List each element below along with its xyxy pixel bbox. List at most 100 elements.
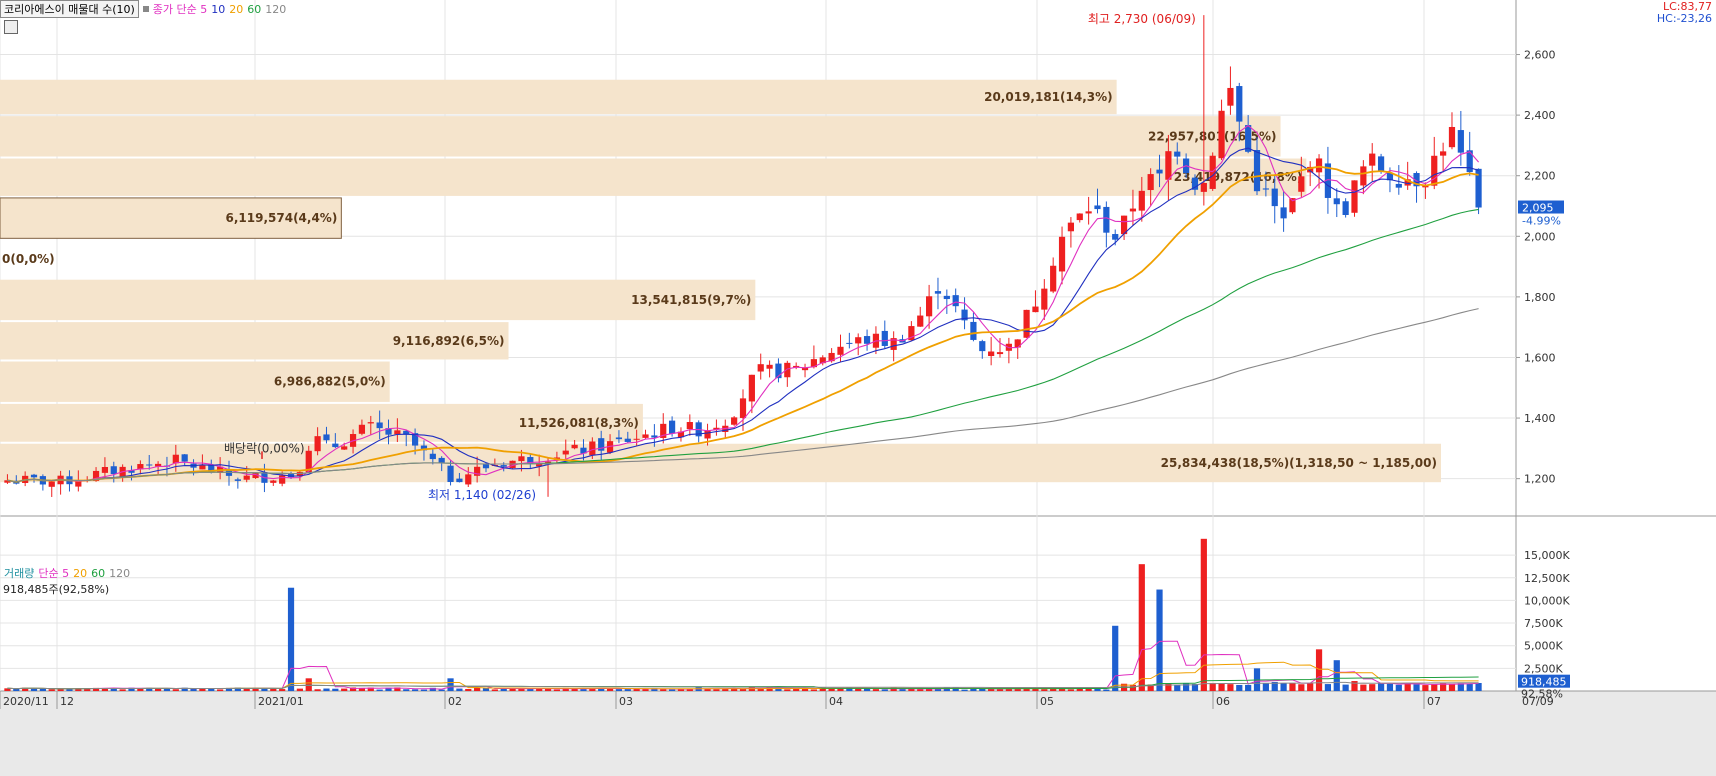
ma10-legend: 10 — [211, 2, 226, 16]
x-tick-label: 04 — [829, 695, 843, 708]
volume-bar — [279, 689, 286, 691]
ma20-legend: 20 — [229, 2, 244, 16]
candle-body — [562, 450, 569, 455]
candle-body — [757, 364, 764, 372]
stock-chart[interactable]: 2,600 2,400 2,200 2,000 1,800 1,600 1,400 1,200… — [0, 0, 1716, 776]
volume-bar — [1174, 684, 1181, 691]
volume-bar — [1129, 684, 1137, 691]
volume-tick-label: 15,000K — [1524, 549, 1570, 562]
volume-bar — [899, 689, 906, 691]
current-change-label: -4.99% — [1522, 215, 1561, 228]
volume-bar — [1067, 689, 1075, 691]
volume-bar — [411, 689, 419, 691]
candle-body — [358, 424, 366, 434]
candle-body — [633, 438, 640, 440]
candle-body — [1253, 150, 1261, 192]
candle-body — [571, 444, 578, 449]
volume-bar — [1342, 684, 1349, 691]
x-tick-label: 06 — [1216, 695, 1230, 708]
candle-body — [1174, 151, 1181, 157]
volume-bar — [1448, 684, 1456, 691]
volume-bar — [1431, 684, 1438, 691]
volume-bar — [305, 678, 312, 691]
volume-bar — [881, 689, 888, 691]
volume-bar — [1369, 684, 1376, 691]
candle-body — [394, 430, 401, 435]
volume-bar — [1200, 538, 1207, 691]
volume-bar — [48, 689, 55, 691]
candle-body — [1200, 182, 1207, 192]
candle-body — [669, 420, 676, 434]
volume-profile-bar — [0, 79, 1117, 115]
volume-bar — [917, 689, 924, 691]
volume-bar — [509, 688, 516, 691]
x-tick-label: 2021/01 — [258, 695, 304, 708]
candle-body — [146, 464, 153, 466]
candle-body — [1360, 166, 1367, 186]
volume-bar — [500, 688, 507, 691]
price-tick-label: 1,600 — [1524, 351, 1556, 364]
volume-profile-label: 20,019,181(14,3%) — [984, 90, 1113, 104]
lc-hc-info: LC:83,77 HC:-23,26 — [1657, 1, 1712, 25]
volume-bar — [119, 689, 126, 691]
volume-bar — [988, 689, 995, 691]
volume-bar — [1413, 684, 1420, 691]
candle-body — [447, 465, 454, 482]
candle-body — [101, 467, 109, 473]
candle-body — [881, 330, 888, 346]
candle-body — [615, 437, 623, 440]
volume-bar — [403, 689, 410, 691]
volume-bar — [1360, 684, 1367, 691]
x-tick-label: 02 — [448, 695, 462, 708]
x-tick-label: 07 — [1427, 695, 1441, 708]
volume-bar — [376, 689, 383, 691]
candle-body — [1067, 222, 1075, 232]
volume-bar — [332, 688, 339, 691]
candle-body — [970, 321, 977, 340]
candle-body — [482, 464, 490, 469]
volume-bar — [615, 689, 623, 691]
candle-body — [500, 465, 507, 467]
candle-body — [518, 456, 525, 462]
volume-ma20-legend: 20 — [73, 566, 88, 580]
candle-body — [1298, 176, 1305, 192]
volume-bar — [447, 678, 454, 691]
candle-body — [837, 346, 844, 355]
candle-body — [429, 453, 436, 460]
candle-body — [1218, 110, 1225, 159]
volume-profile-label: 25,834,438(18,5%)(1,318,50 ~ 1,185,00) — [1161, 456, 1437, 470]
volume-tick-label: 12,500K — [1524, 572, 1570, 585]
candle-body — [934, 291, 942, 294]
price-tick-label: 1,400 — [1524, 412, 1556, 425]
table-view-icon[interactable] — [4, 20, 18, 34]
volume-bar — [465, 688, 472, 691]
candle-body — [731, 417, 738, 425]
candle-body — [465, 474, 472, 485]
candle-body — [943, 295, 950, 300]
ma-legend-marker-icon — [142, 6, 149, 12]
volume-bar — [1404, 683, 1411, 691]
candle-body — [1262, 188, 1269, 190]
candle-body — [1333, 198, 1340, 205]
volume-bar — [996, 689, 1004, 691]
candle-body — [996, 352, 1004, 355]
chart-title[interactable]: 코리아에스이 매물대 수(10) — [0, 0, 139, 18]
volume-bar — [1262, 683, 1269, 691]
volume-ma120-legend: 120 — [109, 566, 131, 580]
volume-bar — [1386, 683, 1394, 691]
candle-body — [456, 478, 463, 483]
candle-body — [1129, 208, 1137, 212]
candle-body — [270, 480, 277, 483]
price-panel-header: 코리아에스이 매물대 수(10) 종가 단순 5 10 20 60 120 — [0, 0, 287, 18]
volume-bar — [1422, 685, 1429, 691]
volume-profile-label: 11,526,081(8,3%) — [519, 416, 639, 430]
volume-ma5-legend: 단순 5 — [38, 567, 70, 580]
candle-body — [341, 446, 348, 450]
candle-body — [1342, 201, 1349, 215]
volume-bar — [580, 689, 587, 691]
ma120-legend: 120 — [265, 2, 287, 16]
price-tick-label: 1,200 — [1524, 473, 1556, 486]
candle-body — [181, 454, 188, 462]
candle-body — [1377, 156, 1385, 172]
volume-bar — [544, 689, 552, 691]
